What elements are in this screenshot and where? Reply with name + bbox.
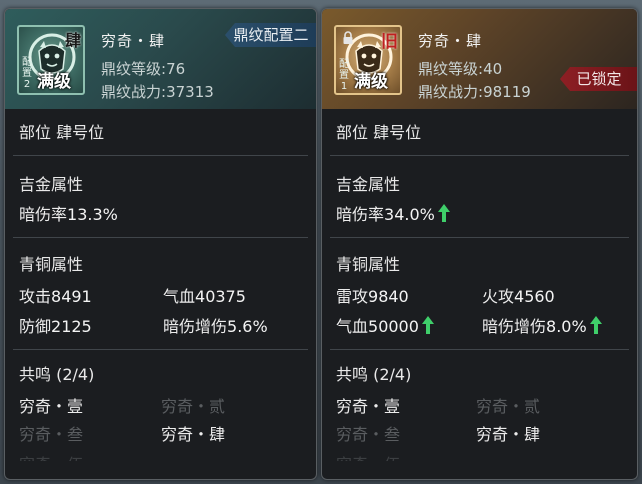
resonance-item-inactive: 穷奇・叁 (19, 425, 84, 444)
bronze-stat: 雷攻9840 (336, 287, 409, 306)
position-row: 部位 肆号位 (336, 123, 422, 142)
rune-name: 穷奇・肆 (101, 32, 166, 50)
bronze-stat: 防御2125 (19, 317, 92, 336)
gold-attr-title: 吉金属性 (19, 175, 84, 194)
resonance-item-active: 穷奇・肆 (476, 425, 541, 444)
resonance-item-inactive: 穷奇・叁 (336, 425, 401, 444)
gold-stat: 暗伤率13.3% (19, 205, 118, 224)
resonance-item-inactive: 穷奇・贰 (476, 397, 541, 416)
bronze-stat: 火攻4560 (482, 287, 555, 306)
equipped-rune-card: 肆 配置2 满级 穷奇・肆 鼎纹等级:76 鼎纹战力:37313 鼎纹配置二 部… (4, 8, 317, 480)
rune-level: 鼎纹等级:76 (101, 60, 186, 78)
resonance-item-cutoff: 穷奇・伍 (336, 451, 400, 461)
old-badge-glyph: 旧 (381, 32, 398, 52)
gold-stat: 暗伤率34.0% (336, 201, 451, 225)
max-level-label: 满级 (37, 72, 71, 92)
bronze-stat: 暗伤增伤5.6% (163, 317, 268, 336)
config-tag: 鼎纹配置二 (225, 23, 316, 47)
compared-rune-card: 旧 配置1 满级 穷奇・肆 鼎纹等级:40 鼎纹战力:98119 已锁定 部位 … (321, 8, 638, 480)
divider (13, 155, 308, 156)
up-arrow-icon (421, 316, 434, 334)
card-header: 肆 配置2 满级 穷奇・肆 鼎纹等级:76 鼎纹战力:37313 鼎纹配置二 (5, 9, 316, 109)
resonance-item-inactive: 穷奇・贰 (161, 397, 226, 416)
up-arrow-icon (589, 316, 602, 334)
bronze-attr-title: 青铜属性 (336, 255, 401, 274)
bronze-stat: 气血50000 (336, 313, 435, 337)
rune-level: 鼎纹等级:40 (418, 60, 503, 78)
bronze-attr-title: 青铜属性 (19, 255, 84, 274)
rune-icon[interactable]: 肆 配置2 满级 (17, 25, 85, 95)
locked-tag: 已锁定 (560, 67, 637, 91)
resonance-item-active: 穷奇・壹 (336, 397, 401, 416)
bronze-stat: 气血40375 (163, 287, 246, 306)
resonance-title: 共鸣 (2/4) (336, 365, 412, 384)
resonance-item-active: 穷奇・壹 (19, 397, 84, 416)
lock-icon (343, 31, 353, 44)
bronze-stat: 攻击8491 (19, 287, 92, 306)
rune-number-glyph: 肆 (64, 31, 81, 50)
rune-icon[interactable]: 旧 配置1 满级 (334, 25, 402, 95)
rune-power: 鼎纹战力:98119 (418, 83, 531, 101)
divider (13, 237, 308, 238)
max-level-label: 满级 (354, 72, 388, 92)
rune-name: 穷奇・肆 (418, 32, 483, 50)
card-header: 旧 配置1 满级 穷奇・肆 鼎纹等级:40 鼎纹战力:98119 已锁定 (322, 9, 637, 109)
resonance-item-cutoff: 穷奇・伍 (19, 451, 83, 461)
divider (13, 349, 308, 350)
config-slot-label: 配置2 (22, 57, 32, 90)
bronze-stat: 暗伤增伤8.0% (482, 313, 603, 337)
position-row: 部位 肆号位 (19, 123, 105, 142)
divider (330, 237, 629, 238)
divider (330, 155, 629, 156)
rune-power: 鼎纹战力:37313 (101, 83, 214, 101)
config-slot-label: 配置1 (339, 59, 349, 92)
up-arrow-icon (437, 204, 450, 222)
resonance-item-active: 穷奇・肆 (161, 425, 226, 444)
resonance-title: 共鸣 (2/4) (19, 365, 95, 384)
gold-attr-title: 吉金属性 (336, 175, 401, 194)
divider (330, 349, 629, 350)
